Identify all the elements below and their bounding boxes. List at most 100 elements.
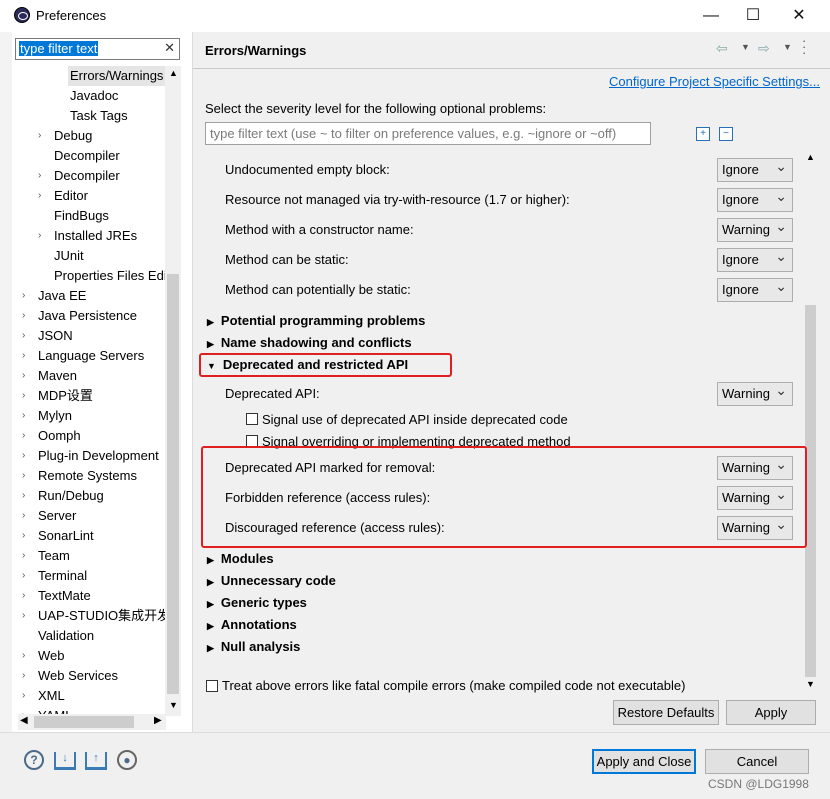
expand-all-icon[interactable]: + [696,127,710,141]
tree-item-label: TextMate [38,588,91,603]
tree-item-label: Errors/Warnings [68,66,165,86]
options-filter-input[interactable]: type filter text (use ~ to filter on pre… [205,122,651,145]
expand-chevron-icon[interactable]: › [38,186,41,206]
expand-chevron-icon[interactable]: › [38,166,41,186]
expand-chevron-icon[interactable]: › [22,486,25,506]
back-menu-chevron-icon[interactable]: ▼ [741,42,750,52]
severity-value: Warning [722,386,770,401]
tree-horizontal-scrollbar[interactable]: ◀ ▶ [18,714,166,730]
cancel-button[interactable]: Cancel [705,749,809,774]
view-menu-icon[interactable]: · · · [802,34,806,59]
tree-hscroll-thumb[interactable] [34,716,134,728]
section-header[interactable]: ▶ Modules [207,551,274,566]
back-nav-icon[interactable]: ⇦ [716,40,728,57]
severity-value: Warning [722,222,770,237]
collapse-all-icon[interactable]: − [719,127,733,141]
import-preferences-icon[interactable]: ↓ [54,752,76,770]
expand-chevron-icon[interactable]: › [22,686,25,706]
severity-value: Ignore [722,162,759,177]
scroll-left-icon[interactable]: ◀ [20,715,28,726]
scroll-down-icon[interactable]: ▼ [169,700,178,710]
expand-arrow-icon: ▶ [207,621,214,631]
scroll-right-icon[interactable]: ▶ [154,715,162,726]
close-icon[interactable]: ✕ [788,6,810,26]
tree-item-label: YAML [36,706,74,714]
section-title: Name shadowing and conflicts [220,335,412,350]
tree-item-label: Team [38,548,70,563]
expand-chevron-icon[interactable]: › [22,546,25,566]
help-icon[interactable]: ? [24,750,44,770]
expand-chevron-icon[interactable]: › [22,646,25,666]
expand-chevron-icon[interactable]: › [22,446,25,466]
option-label: Method can be static: [225,252,349,267]
tree-item-label: JUnit [54,248,84,263]
expand-chevron-icon[interactable]: › [22,606,25,626]
section-header[interactable]: ▶ Annotations [207,617,297,632]
severity-dropdown[interactable]: Ignore ⌄ [717,278,793,302]
option-label: Method with a constructor name: [225,222,414,237]
severity-dropdown[interactable]: Ignore ⌄ [717,248,793,272]
tree-item-label: Validation [38,628,95,643]
expand-chevron-icon[interactable]: › [22,706,25,714]
severity-value: Ignore [722,192,759,207]
section-title: Generic types [220,595,307,610]
tree-item-label: Remote Systems [38,468,137,483]
section-title: Null analysis [220,639,301,654]
section-header[interactable]: ▶ Generic types [207,595,307,610]
tree-item-label: SonarLint [38,528,94,543]
maximize-icon[interactable]: ☐ [742,6,764,26]
expand-chevron-icon[interactable]: › [38,226,41,246]
severity-dropdown[interactable]: Ignore ⌄ [717,188,793,212]
apply-and-close-button[interactable]: Apply and Close [592,749,696,774]
tree-vertical-scrollbar[interactable]: ▲ ▼ [165,66,181,716]
page-title: Errors/Warnings [205,43,307,58]
apply-button[interactable]: Apply [726,700,816,725]
minimize-icon[interactable]: — [700,6,722,26]
section-header[interactable]: ▶ Potential programming problems [207,313,425,328]
checkbox-label: Signal use of deprecated API inside depr… [262,412,568,427]
configure-project-settings-link[interactable]: Configure Project Specific Settings... [609,74,820,89]
expand-chevron-icon[interactable]: › [38,126,41,146]
export-preferences-icon[interactable]: ↑ [85,752,107,770]
expand-chevron-icon[interactable]: › [22,346,25,366]
expand-chevron-icon[interactable]: › [22,526,25,546]
expand-chevron-icon[interactable]: › [22,666,25,686]
severity-dropdown[interactable]: Ignore ⌄ [717,158,793,182]
severity-dropdown[interactable]: Warning ⌄ [717,382,793,406]
filter-input[interactable]: type filter text ✕ [15,38,180,60]
fatal-errors-checkbox[interactable] [206,680,218,692]
forward-menu-chevron-icon[interactable]: ▼ [783,42,792,52]
section-title: Modules [220,551,274,566]
expand-chevron-icon[interactable]: › [22,286,25,306]
tree-scroll-thumb[interactable] [167,274,179,694]
options-scroll-down-icon[interactable]: ▼ [806,679,815,689]
severity-dropdown[interactable]: Warning ⌄ [717,218,793,242]
forward-nav-icon[interactable]: ⇨ [758,40,770,57]
expand-chevron-icon[interactable]: › [22,406,25,426]
chevron-down-icon: ⌄ [775,158,787,174]
expand-chevron-icon[interactable]: › [22,586,25,606]
restore-defaults-button[interactable]: Restore Defaults [613,700,719,725]
chevron-down-icon: ⌄ [775,188,787,204]
expand-chevron-icon[interactable]: › [22,306,25,326]
expand-chevron-icon[interactable]: › [22,426,25,446]
section-header[interactable]: ▶ Unnecessary code [207,573,336,588]
section-header[interactable]: ▶ Null analysis [207,639,300,654]
deprecated-in-deprecated-checkbox[interactable] [246,413,258,425]
expand-chevron-icon[interactable]: › [22,366,25,386]
filter-input-text: type filter text [19,41,99,56]
tree-item-label: Server [38,508,77,523]
expand-chevron-icon[interactable]: › [22,326,25,346]
scroll-up-icon[interactable]: ▲ [169,68,178,78]
expand-chevron-icon[interactable]: › [22,566,25,586]
expand-chevron-icon[interactable]: › [22,386,25,406]
clear-filter-icon[interactable]: ✕ [164,40,175,56]
tree-item-label: Properties Files Edi [54,268,165,283]
tree-item-label: Installed JREs [54,228,138,243]
expand-chevron-icon[interactable]: › [22,506,25,526]
options-scroll-up-icon[interactable]: ▲ [806,152,815,162]
expand-chevron-icon[interactable]: › [22,466,25,486]
highlight-deprecated-items [201,446,807,548]
record-oomph-icon[interactable]: ● [117,750,137,770]
section-header[interactable]: ▶ Name shadowing and conflicts [207,335,412,350]
